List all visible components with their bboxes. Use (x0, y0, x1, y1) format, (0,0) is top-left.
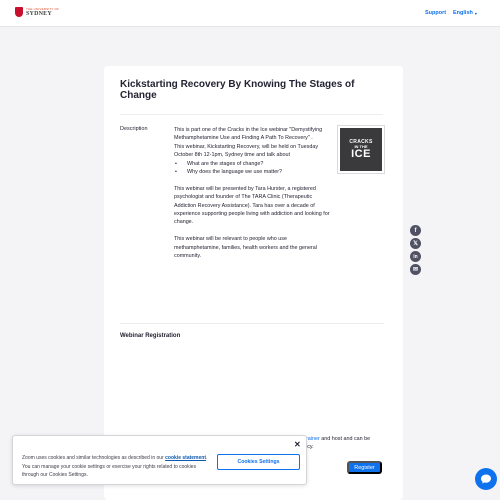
cookies-settings-button[interactable]: Cookies Settings (217, 454, 300, 470)
cookie-banner-text: Zoom uses cookies and similar technologi… (22, 455, 208, 479)
registration-note: rainer and host and can be icy. (306, 436, 371, 451)
language-label: English (453, 10, 473, 16)
facebook-share-icon[interactable]: f (410, 225, 421, 236)
webinar-thumbnail: CRACKS IN THE ICE (337, 125, 385, 174)
chat-icon[interactable] (475, 468, 497, 490)
x-share-icon[interactable]: 𝕏 (410, 238, 421, 249)
logo-line-2: SYDNEY (26, 10, 52, 17)
list-item: • What are the stages of change? (175, 160, 264, 167)
crest-icon (15, 7, 23, 17)
list-item: • Why does the language we use matter? (175, 169, 282, 176)
description-paragraph: This webinar will be presented by Tara H… (174, 185, 330, 226)
chat-bubble-icon (481, 474, 491, 484)
description-body: This is part one of the Cracks in the Ic… (174, 126, 332, 260)
chevron-down-icon: ▾ (474, 10, 477, 16)
cracks-in-the-ice-logo: CRACKS IN THE ICE (340, 128, 382, 171)
bullet-icon: • (175, 160, 177, 167)
registration-heading: Webinar Registration (120, 333, 181, 339)
title-divider (120, 114, 383, 115)
email-share-icon[interactable]: ✉ (410, 264, 421, 275)
bullet-icon: • (175, 169, 177, 176)
support-link[interactable]: Support (425, 10, 446, 16)
register-button[interactable]: Register (347, 461, 382, 474)
close-icon[interactable]: ✕ (294, 440, 301, 449)
linkedin-share-icon[interactable]: in (410, 251, 421, 262)
section-divider (120, 323, 384, 324)
top-navigation-bar: THE UNIVERSITY OF SYDNEY Support English… (0, 0, 500, 27)
description-paragraph: This webinar will be relevant to people … (174, 236, 317, 260)
cookie-banner: ✕ Zoom uses cookies and similar technolo… (12, 435, 307, 485)
description-paragraph: This is part one of the Cracks in the Ic… (174, 127, 323, 142)
university-logo[interactable]: THE UNIVERSITY OF SYDNEY (15, 7, 59, 17)
cookie-statement-link[interactable]: cookie statement (165, 455, 206, 461)
description-paragraph: This webinar, Kickstarting Recovery, wil… (174, 143, 319, 159)
panelist-link[interactable]: rainer (306, 436, 320, 442)
language-selector[interactable]: English ▾ (453, 10, 477, 16)
webinar-title: Kickstarting Recovery By Knowing The Sta… (120, 79, 355, 101)
description-label: Description (120, 126, 148, 132)
